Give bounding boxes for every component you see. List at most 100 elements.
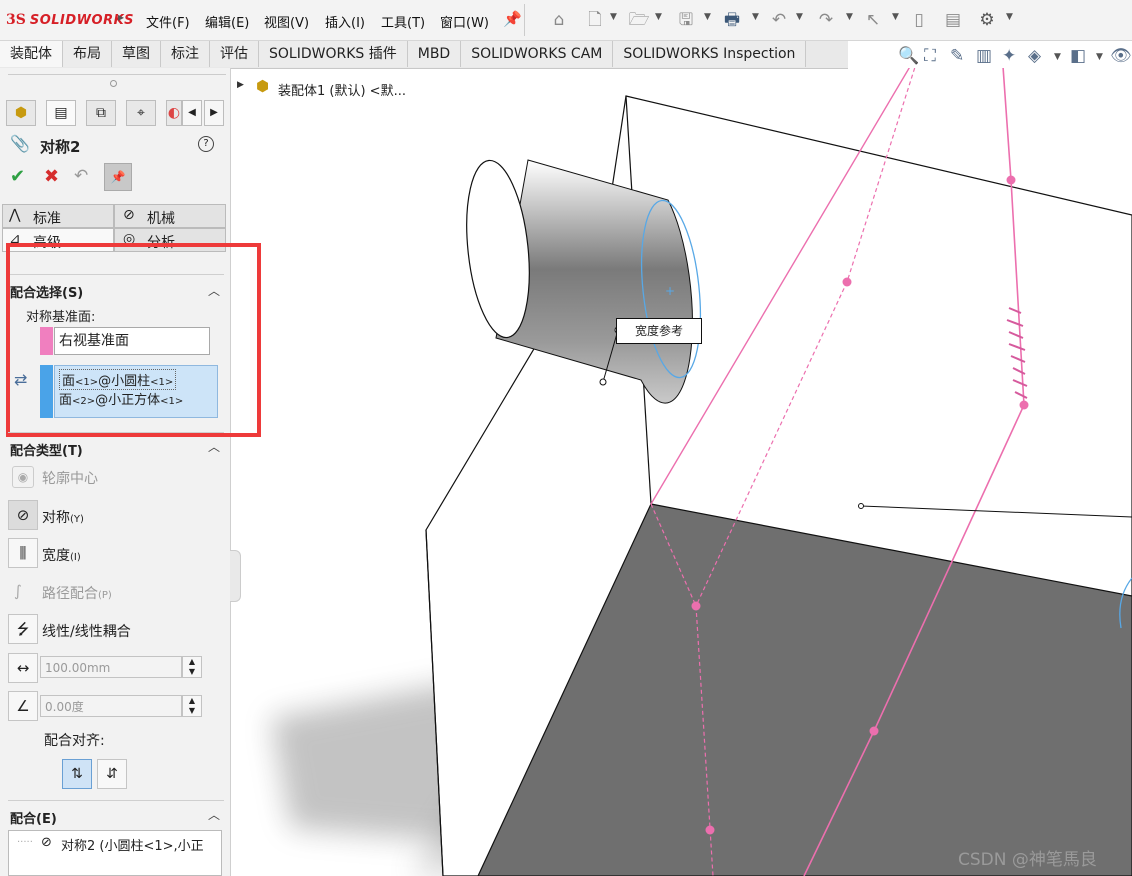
- help-button[interactable]: ?: [198, 136, 214, 152]
- display-style-icon[interactable]: ◧: [1070, 46, 1086, 66]
- new-file-icon[interactable]: 🗋: [584, 9, 606, 31]
- tab-configuration-manager[interactable]: ⧉: [86, 100, 116, 126]
- section-view-icon[interactable]: ▥: [976, 46, 992, 66]
- distance-spinner[interactable]: ▲ ▼: [182, 656, 202, 678]
- select-dropdown-icon[interactable]: ▼: [892, 12, 899, 22]
- mode-tab-mechanical[interactable]: ⊘ 机械: [114, 204, 226, 228]
- logo-expand-icon[interactable]: ▸: [118, 10, 124, 24]
- profile-center-icon[interactable]: ◉: [12, 466, 34, 488]
- width-reference-callout[interactable]: 宽度参考: [616, 318, 702, 344]
- dynamic-annotation-icon[interactable]: ✦: [1002, 46, 1016, 66]
- collapse-chevron-icon[interactable]: ︿: [208, 438, 220, 455]
- angle-input[interactable]: 0.00度: [40, 695, 182, 717]
- plane-handle[interactable]: [1006, 175, 1016, 185]
- print-icon[interactable]: 🖶: [721, 9, 743, 31]
- keep-visible-pin-button[interactable]: 📌: [104, 163, 132, 191]
- plane-handle[interactable]: [1019, 400, 1029, 410]
- menu-view[interactable]: 视图(V): [264, 12, 309, 31]
- distance-input[interactable]: 100.00mm: [40, 656, 182, 678]
- menu-tools[interactable]: 工具(T): [381, 12, 425, 31]
- plane-handle[interactable]: [842, 277, 852, 287]
- redo-dropdown-icon[interactable]: ▼: [846, 12, 853, 22]
- mate-list-item[interactable]: 对称2 (小圆柱<1>,小正: [61, 835, 204, 854]
- distance-icon[interactable]: ↔: [8, 653, 38, 683]
- mate-selection-header[interactable]: 配合选择(S): [10, 282, 83, 301]
- mates-list[interactable]: ····· ⊘ 对称2 (小圆柱<1>,小正: [8, 830, 222, 876]
- entities-list[interactable]: 面<1>@小圆柱<1> 面<2>@小正方体<1>: [54, 365, 218, 418]
- graphics-viewport[interactable]: + 宽度参考: [231, 68, 1132, 876]
- mate-type-header[interactable]: 配合类型(T): [10, 440, 83, 459]
- plane-handle[interactable]: [869, 726, 879, 736]
- new-dropdown-icon[interactable]: ▼: [610, 12, 617, 22]
- cancel-x-button[interactable]: ✖: [44, 166, 59, 187]
- entity-item[interactable]: 面<1>@小圆柱<1>: [59, 369, 177, 390]
- redo-icon[interactable]: ↷: [815, 9, 837, 31]
- print-dropdown-icon[interactable]: ▼: [752, 12, 759, 22]
- pin-icon[interactable]: 📌: [503, 10, 522, 28]
- angle-spinner[interactable]: ▲ ▼: [182, 695, 202, 717]
- options-dropdown-icon[interactable]: ▼: [1006, 12, 1013, 22]
- path-mate-icon[interactable]: ∫: [14, 582, 22, 600]
- entity-item[interactable]: 面<2>@小正方体<1>: [59, 389, 183, 408]
- select-cursor-icon[interactable]: ↖: [862, 9, 884, 31]
- open-dropdown-icon[interactable]: ▼: [655, 12, 662, 22]
- home-icon[interactable]: ⌂: [548, 9, 570, 31]
- aligned-button[interactable]: ⇅: [62, 759, 92, 789]
- ok-check-button[interactable]: ✔: [10, 166, 25, 187]
- mate-type-symmetric[interactable]: 对称(Y): [42, 507, 84, 527]
- file-properties-icon[interactable]: ▤: [942, 9, 964, 31]
- options-gear-icon[interactable]: ⚙: [976, 9, 998, 31]
- mode-tab-advanced[interactable]: ⊿ 高级: [2, 228, 114, 252]
- tab-cam[interactable]: SOLIDWORKS CAM: [461, 41, 614, 67]
- tab-mbd[interactable]: MBD: [407, 41, 462, 67]
- symmetric-icon[interactable]: ⊘: [8, 500, 38, 530]
- mate-type-linear-coupler[interactable]: 线性/线性耦合: [42, 621, 131, 641]
- tab-assembly[interactable]: 装配体: [0, 41, 63, 67]
- menu-file[interactable]: 文件(F): [146, 12, 190, 31]
- collapse-chevron-icon[interactable]: ︿: [208, 282, 220, 299]
- menu-window[interactable]: 窗口(W): [440, 12, 489, 31]
- collapse-chevron-icon[interactable]: ︿: [208, 806, 220, 823]
- view-orientation-icon[interactable]: ◈: [1028, 46, 1041, 66]
- angle-icon[interactable]: ∠: [8, 691, 38, 721]
- width-icon[interactable]: ⫼: [8, 538, 38, 568]
- undo-icon[interactable]: ↶: [768, 9, 790, 31]
- assembly-tree-root[interactable]: 装配体1 (默认) <默...: [278, 80, 406, 99]
- anti-aligned-button[interactable]: ⇵: [97, 759, 127, 789]
- menu-edit[interactable]: 编辑(E): [205, 12, 249, 31]
- tab-evaluate[interactable]: 评估: [210, 41, 259, 67]
- mate-type-path[interactable]: 路径配合(P): [42, 583, 112, 603]
- mate-type-profile-center[interactable]: 轮廓中心: [42, 468, 98, 488]
- plane-handle[interactable]: [705, 825, 715, 835]
- mate-type-width[interactable]: 宽度(I): [42, 545, 81, 565]
- tab-dimxpert[interactable]: ⌖: [126, 100, 156, 126]
- mates-header[interactable]: 配合(E): [10, 808, 57, 827]
- tab-inspection[interactable]: SOLIDWORKS Inspection: [613, 41, 807, 67]
- tab-sketch[interactable]: 草图: [112, 41, 161, 67]
- solidworks-logo[interactable]: 3S SOLIDWORKS: [6, 10, 134, 30]
- open-folder-icon[interactable]: 🗁: [628, 9, 650, 31]
- tab-addins[interactable]: SOLIDWORKS 插件: [259, 41, 408, 67]
- view-orientation-dropdown-icon[interactable]: ▼: [1054, 52, 1061, 62]
- tree-expand-icon[interactable]: ▶: [237, 80, 244, 90]
- tab-property-manager[interactable]: ▤: [46, 100, 76, 126]
- zoom-to-fit-icon[interactable]: 🔍: [898, 46, 919, 66]
- mode-tab-standard[interactable]: ⋀ 标准: [2, 204, 114, 228]
- tab-display-manager[interactable]: ◐: [166, 100, 182, 126]
- previous-view-icon[interactable]: ✎: [950, 46, 964, 66]
- mode-tab-analysis[interactable]: ◎ 分析: [114, 228, 226, 252]
- tab-feature-manager[interactable]: ⬢: [6, 100, 36, 126]
- hide-show-items-icon[interactable]: 👁: [1110, 46, 1132, 66]
- tab-scroll-right[interactable]: ▶: [204, 100, 224, 126]
- tab-markup[interactable]: 标注: [161, 41, 210, 67]
- save-icon[interactable]: 🖫: [675, 9, 697, 31]
- tab-layout[interactable]: 布局: [63, 41, 112, 67]
- rebuild-icon[interactable]: ▯: [908, 9, 930, 31]
- display-style-dropdown-icon[interactable]: ▼: [1096, 52, 1103, 62]
- plane-handle[interactable]: [691, 601, 701, 611]
- undo-mate-button[interactable]: ↶: [74, 166, 88, 186]
- save-dropdown-icon[interactable]: ▼: [704, 12, 711, 22]
- zoom-area-icon[interactable]: ⛶: [924, 46, 936, 66]
- menu-insert[interactable]: 插入(I): [325, 12, 365, 31]
- undo-dropdown-icon[interactable]: ▼: [796, 12, 803, 22]
